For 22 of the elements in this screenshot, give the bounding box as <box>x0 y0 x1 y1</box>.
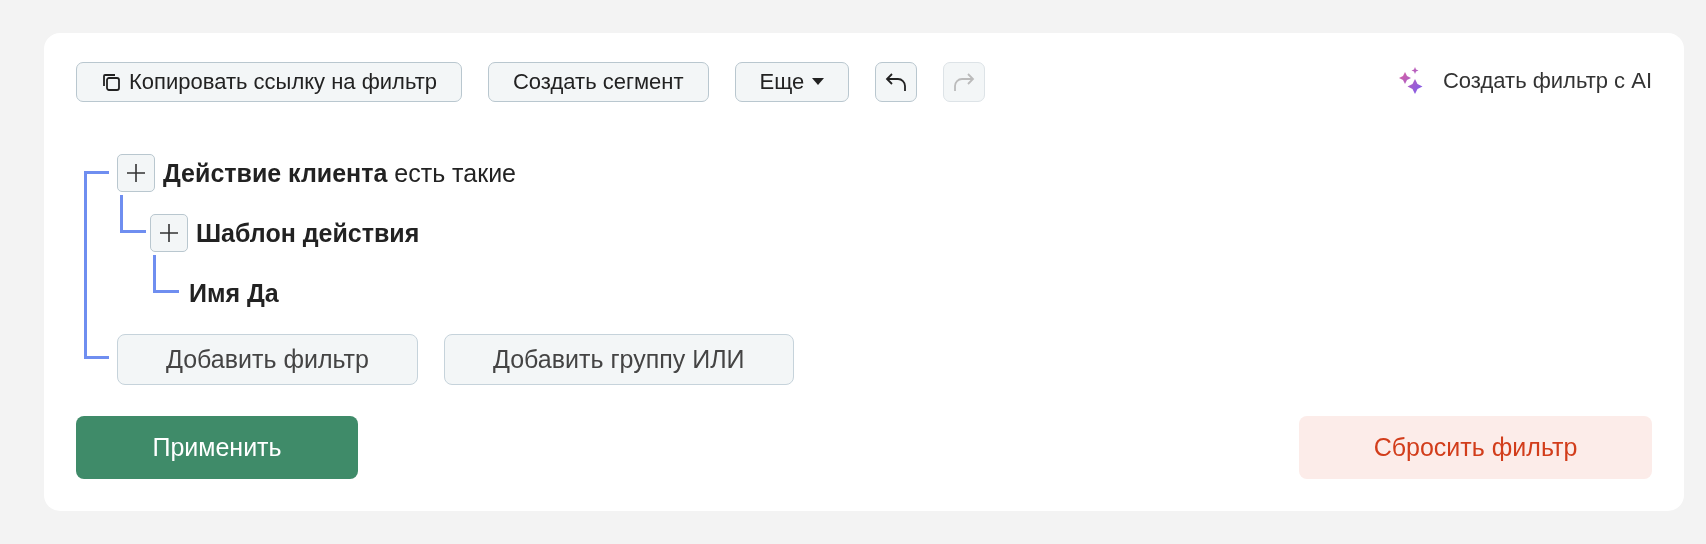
plus-icon <box>159 223 179 243</box>
caret-icon <box>812 78 825 86</box>
add-filter-action-button[interactable]: Добавить фильтр <box>117 334 418 385</box>
condition-label: Действие клиента есть такие <box>163 158 516 188</box>
undo-button[interactable] <box>875 62 918 102</box>
plus-icon <box>126 163 146 183</box>
add-condition-button[interactable] <box>150 214 188 252</box>
tree-connector-line <box>153 255 179 293</box>
ai-filter-button[interactable]: Создать фильтр с AI <box>1397 66 1652 96</box>
condition-label: Шаблон действия <box>196 218 420 248</box>
create-segment-button[interactable]: Создать сегмент <box>488 62 709 102</box>
copy-link-button[interactable]: Копировать ссылку на фильтр <box>76 62 462 102</box>
add-condition-button[interactable] <box>117 154 155 192</box>
condition-label: Имя Да <box>189 278 279 308</box>
undo-icon <box>884 71 909 93</box>
reset-filter-button[interactable]: Сбросить фильтр <box>1299 416 1652 479</box>
more-dropdown-button[interactable]: Еще <box>734 62 850 102</box>
tree-connector-line <box>120 195 146 233</box>
redo-icon <box>952 71 977 93</box>
add-filter-action-button[interactable]: Добавить группу ИЛИ <box>444 334 794 385</box>
apply-button[interactable]: Применить <box>76 416 358 479</box>
copy-icon <box>101 72 121 92</box>
